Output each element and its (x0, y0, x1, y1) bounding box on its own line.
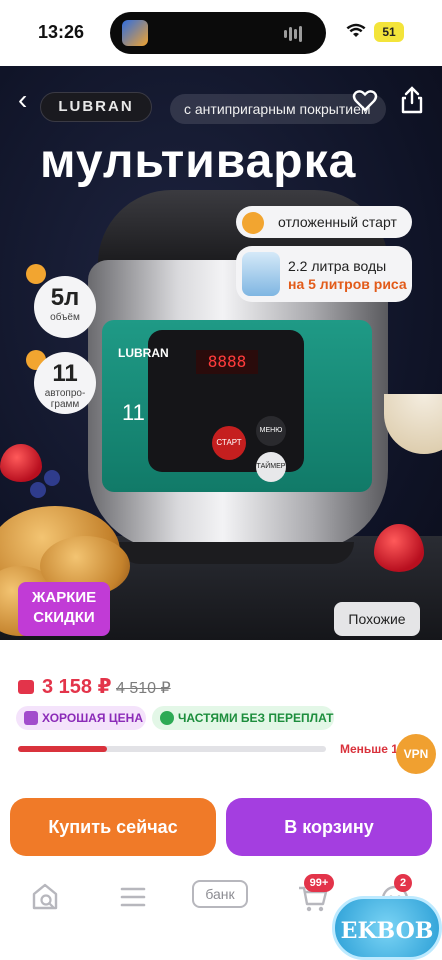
hot-badge-line-2: СКИДКИ (33, 609, 95, 626)
catalog-menu-icon[interactable] (118, 880, 148, 914)
profile-badge: 2 (394, 874, 412, 892)
stock-progress-bar (18, 746, 326, 752)
capacity-callout: 2.2 литра воды на 5 литров риса (236, 246, 412, 302)
buy-now-button[interactable]: Купить сейчас (10, 798, 216, 856)
good-price-tag[interactable]: ХОРОШАЯ ЦЕНА (16, 706, 146, 730)
wifi-icon (346, 23, 366, 37)
cooker-start-button: СТАРТ (212, 426, 246, 460)
add-to-cart-button[interactable]: В корзину (226, 798, 432, 856)
strawberry (0, 444, 42, 482)
volume-bubble: 5л объём (34, 276, 96, 338)
volume-value: 5л (50, 284, 80, 311)
volume-label: объём (50, 312, 80, 323)
cooker-brand: LUBRAN (118, 346, 169, 360)
cart-badge: 99+ (304, 874, 334, 892)
status-bar: 13:26 51 (0, 0, 442, 66)
product-headline: мультиварка (40, 135, 357, 188)
old-price: 4 510 ₽ (116, 680, 171, 697)
delayed-start-callout: отложенный старт (236, 206, 412, 238)
battery-indicator: 51 (374, 22, 404, 42)
audio-wave-icon (284, 25, 308, 42)
programs-label-1: автопро- (44, 388, 86, 399)
status-time: 13:26 (38, 22, 85, 42)
similar-button[interactable]: Похожие (334, 602, 420, 636)
hot-badge-line-1: ЖАРКИЕ (31, 589, 97, 606)
delayed-start-label: отложенный старт (278, 214, 397, 230)
cooker-display: 8888 (196, 350, 258, 374)
cooker-timer-button: ТАЙМЕР (256, 452, 286, 482)
brand-logo: LUBRAN (40, 92, 152, 122)
capacity-rice: на 5 литров риса (288, 276, 407, 292)
blueberry (30, 482, 46, 498)
installments-label: ЧАСТЯМИ БЕЗ ПЕРЕПЛАТ (178, 711, 334, 725)
wallet-icon (18, 680, 34, 694)
water-jar-icon (242, 252, 280, 296)
good-price-label: ХОРОШАЯ ЦЕНА (42, 711, 143, 725)
clover-icon (160, 711, 174, 725)
current-price: 3 158 ₽ (42, 676, 112, 698)
stock-remaining-text: Меньше 1 (340, 742, 398, 756)
hot-discounts-badge[interactable]: ЖАРКИЕ СКИДКИ (18, 582, 110, 636)
home-search-icon[interactable] (30, 880, 60, 914)
programs-label-2: грамм (50, 399, 80, 410)
cooker-menu-button: МЕНЮ (256, 416, 286, 446)
app-icon (122, 20, 148, 46)
favorite-heart-icon[interactable] (352, 88, 378, 114)
product-image[interactable]: ‹ LUBRAN с антипригарным покрытием мульт… (0, 66, 442, 640)
vpn-button[interactable]: VPN (396, 734, 436, 774)
programs-bubble: 11 автопро- грамм (34, 352, 96, 414)
strawberry (374, 524, 424, 572)
blueberry (44, 470, 60, 486)
watermark-logo: EKBOB (332, 896, 442, 960)
play-icon (242, 212, 264, 234)
cooker-program-count: 11 (122, 400, 145, 425)
bank-label: банк (192, 880, 248, 908)
cooker-base (118, 542, 354, 564)
drop-icon (26, 264, 46, 284)
programs-value: 11 (52, 360, 78, 387)
thumbs-up-icon (24, 711, 38, 725)
stock-progress-fill (18, 746, 108, 752)
cart-tab[interactable]: 99+ (296, 874, 334, 914)
capacity-water: 2.2 литра воды (288, 258, 387, 274)
share-icon[interactable] (400, 86, 424, 114)
dynamic-island (110, 12, 326, 54)
back-chevron-icon[interactable]: ‹ (18, 86, 27, 114)
bank-tab[interactable]: банк (192, 880, 250, 914)
installments-tag[interactable]: ЧАСТЯМИ БЕЗ ПЕРЕПЛАТ (152, 706, 334, 730)
